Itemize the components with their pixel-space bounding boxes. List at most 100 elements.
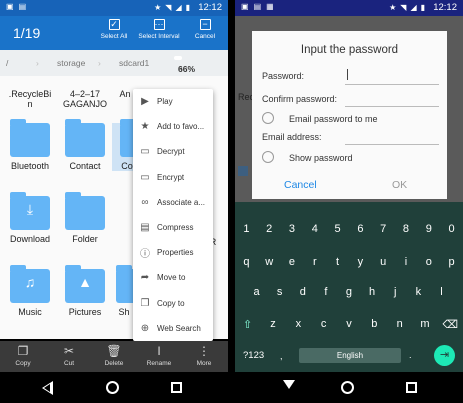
space-bar[interactable]: English [299, 348, 401, 363]
rename-button[interactable]: I Rename [139, 344, 179, 367]
symbols-key[interactable]: ?123 [243, 350, 264, 361]
cut-button[interactable]: ✂ Cut [49, 344, 89, 367]
folder-item[interactable]: ▲ Pictures [55, 265, 115, 317]
key[interactable]: l [431, 286, 451, 298]
compress-icon: ▤ [140, 222, 150, 234]
key[interactable]: 1 [236, 223, 256, 235]
key[interactable]: n [390, 318, 410, 331]
menu-item-web-search[interactable]: ⊕ Web Search [133, 316, 213, 341]
key[interactable]: 6 [350, 223, 370, 235]
key[interactable]: q [236, 256, 256, 268]
menu-item-associate[interactable]: ∞ Associate a... [133, 190, 213, 215]
cancel-button[interactable]: Cancel [284, 179, 317, 191]
back-icon[interactable] [42, 381, 53, 395]
key[interactable]: r [305, 256, 325, 268]
key[interactable]: 0 [442, 223, 462, 235]
home-icon[interactable] [106, 381, 119, 394]
folder-item[interactable]: 4–2–17 GAGANJO [55, 89, 115, 109]
breadcrumb-sdcard[interactable]: sdcard1 [119, 58, 149, 68]
delete-button[interactable]: 🗑 Delete [94, 344, 134, 367]
keyboard-number-row: 1 2 3 4 5 6 7 8 9 0 [235, 223, 463, 235]
key[interactable]: j [385, 286, 405, 298]
copy-icon: ❐ [140, 297, 150, 309]
key[interactable]: b [364, 318, 384, 331]
key[interactable]: a [247, 286, 267, 298]
show-password-radio[interactable] [262, 151, 274, 163]
menu-item-encrypt[interactable]: ▭ Encrypt [133, 165, 213, 190]
menu-item-copy-to[interactable]: ❐ Copy to [133, 291, 213, 316]
download-folder-icon: ⤓ [10, 192, 50, 230]
key[interactable]: k [408, 286, 428, 298]
cancel-button[interactable]: − Cancel [180, 19, 228, 40]
key[interactable]: v [339, 318, 359, 331]
menu-item-properties[interactable]: ⓘ Properties [133, 240, 213, 265]
menu-item-decrypt[interactable]: ▭ Decrypt [133, 139, 213, 164]
key[interactable]: 2 [259, 223, 279, 235]
scissors-icon: ✂ [63, 344, 75, 358]
background-folder-icon [238, 166, 248, 176]
menu-item-compress[interactable]: ▤ Compress [133, 215, 213, 240]
confirm-password-field[interactable] [345, 106, 439, 107]
key[interactable]: w [259, 256, 279, 268]
email-address-field[interactable] [345, 144, 439, 145]
key[interactable]: 9 [419, 223, 439, 235]
context-menu: ▶ Play ★ Add to favo... ▭ Decrypt ▭ Encrypt … [133, 89, 213, 341]
home-icon[interactable] [341, 381, 354, 394]
password-field[interactable] [345, 84, 439, 85]
select-all-button[interactable]: ✓ Select All [89, 19, 139, 40]
copy-button[interactable]: ❐ Copy [3, 344, 43, 367]
folder-item[interactable]: Contact [55, 119, 115, 171]
navigation-bar [235, 372, 463, 403]
key[interactable]: 8 [396, 223, 416, 235]
key[interactable]: 4 [305, 223, 325, 235]
key[interactable]: x [288, 318, 308, 331]
key[interactable]: h [362, 286, 382, 298]
show-password-label: Show password [289, 153, 353, 163]
menu-item-play[interactable]: ▶ Play [133, 89, 213, 114]
enter-icon[interactable]: ⇥ [434, 345, 455, 366]
key[interactable]: d [293, 286, 313, 298]
folder-item[interactable]: ⤓ Download [0, 192, 60, 244]
menu-item-label: Decrypt [157, 147, 185, 157]
key[interactable]: s [270, 286, 290, 298]
folder-item[interactable]: .RecycleBi n [0, 89, 60, 109]
key[interactable]: t [328, 256, 348, 268]
key[interactable]: f [316, 286, 336, 298]
ok-button[interactable]: OK [392, 179, 407, 191]
key[interactable]: u [373, 256, 393, 268]
storage-usage-badge[interactable]: ◔ 66% [174, 56, 195, 74]
key[interactable]: 3 [282, 223, 302, 235]
key[interactable]: e [282, 256, 302, 268]
comma-key[interactable]: , [280, 351, 283, 361]
breadcrumb-root[interactable]: / [6, 58, 8, 68]
breadcrumb-storage[interactable]: storage [57, 58, 85, 68]
recents-icon[interactable] [171, 382, 182, 393]
backspace-icon[interactable]: ⌫ [440, 318, 460, 331]
email-password-radio[interactable] [262, 112, 274, 124]
folder-item[interactable]: ♫ Music [0, 265, 60, 317]
key[interactable]: m [415, 318, 435, 331]
soft-keyboard: 1 2 3 4 5 6 7 8 9 0 q w e r t y u i o p … [235, 202, 463, 372]
menu-item-label: Properties [157, 248, 194, 258]
key[interactable]: c [314, 318, 334, 331]
recents-icon[interactable] [406, 382, 417, 393]
select-interval-button[interactable]: ⋯ Select Interval [134, 19, 184, 40]
key[interactable]: 5 [328, 223, 348, 235]
menu-item-move-to[interactable]: ➦ Move to [133, 265, 213, 290]
menu-item-label: Play [157, 97, 173, 107]
key[interactable]: z [263, 318, 283, 331]
shift-icon[interactable]: ⇧ [238, 318, 258, 331]
key[interactable]: 7 [373, 223, 393, 235]
folder-item[interactable]: Folder [55, 192, 115, 244]
cancel-icon: − [199, 19, 211, 30]
key[interactable]: y [350, 256, 370, 268]
menu-item-add-to-favorites[interactable]: ★ Add to favo... [133, 114, 213, 139]
folder-item[interactable]: Bluetooth [0, 119, 60, 171]
key[interactable]: g [339, 286, 359, 298]
key[interactable]: i [396, 256, 416, 268]
hide-keyboard-icon[interactable] [283, 380, 295, 389]
key[interactable]: o [419, 256, 439, 268]
more-button[interactable]: ⋮ More [184, 344, 224, 367]
period-key[interactable]: . [409, 350, 412, 360]
key[interactable]: p [442, 256, 462, 268]
